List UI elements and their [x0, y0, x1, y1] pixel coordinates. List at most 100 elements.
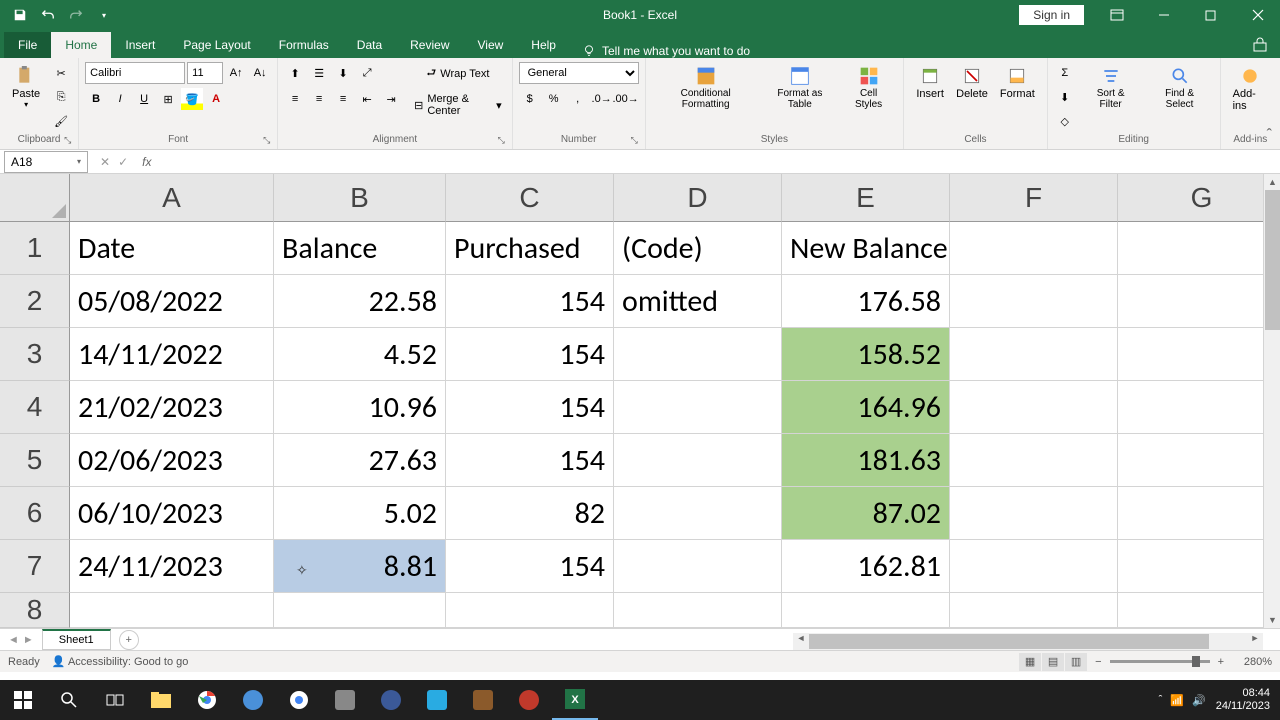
col-header-F[interactable]: F: [950, 174, 1118, 222]
cell-C3[interactable]: 154: [446, 328, 614, 381]
font-launcher[interactable]: ⤡: [263, 135, 275, 147]
number-launcher[interactable]: ⤡: [631, 135, 643, 147]
fill-color-icon[interactable]: 🪣: [181, 88, 203, 110]
cell-styles-button[interactable]: Cell Styles: [840, 62, 897, 114]
cell-D1[interactable]: (Code): [614, 222, 782, 275]
search-icon[interactable]: [46, 680, 92, 720]
cell-D6[interactable]: [614, 487, 782, 540]
align-middle-icon[interactable]: ☰: [308, 62, 330, 84]
cut-icon[interactable]: ✂: [50, 62, 72, 84]
share-icon[interactable]: [1252, 37, 1268, 58]
decrease-indent-icon[interactable]: ⇤: [356, 88, 378, 110]
tab-formulas[interactable]: Formulas: [265, 32, 343, 58]
minimize-icon[interactable]: [1141, 0, 1186, 30]
cell-C4[interactable]: 154: [446, 381, 614, 434]
save-icon[interactable]: [8, 3, 32, 27]
redo-icon[interactable]: [64, 3, 88, 27]
cell-A4[interactable]: 21/02/2023: [70, 381, 274, 434]
collapse-ribbon-icon[interactable]: ˆ: [1267, 127, 1272, 145]
tray-chevron-icon[interactable]: ˆ: [1159, 694, 1163, 706]
cell-B7[interactable]: 8.81: [274, 540, 446, 593]
cell-G8[interactable]: [1118, 593, 1280, 628]
cell-C8[interactable]: [446, 593, 614, 628]
page-break-view-icon[interactable]: ▥: [1065, 653, 1087, 671]
cell-F2[interactable]: [950, 275, 1118, 328]
cell-E2[interactable]: 176.58: [782, 275, 950, 328]
cell-A5[interactable]: 02/06/2023: [70, 434, 274, 487]
scroll-down-icon[interactable]: ▼: [1264, 612, 1280, 628]
tab-help[interactable]: Help: [517, 32, 570, 58]
cell-B5[interactable]: 27.63: [274, 434, 446, 487]
row-header-3[interactable]: 3: [0, 328, 70, 381]
row-header-4[interactable]: 4: [0, 381, 70, 434]
cell-C5[interactable]: 154: [446, 434, 614, 487]
row-header-7[interactable]: 7: [0, 540, 70, 593]
decrease-decimal-icon[interactable]: .00→: [615, 88, 637, 110]
row-header-6[interactable]: 6: [0, 487, 70, 540]
align-left-icon[interactable]: ≡: [284, 88, 306, 110]
cell-E4[interactable]: 164.96: [782, 381, 950, 434]
cell-E5[interactable]: 181.63: [782, 434, 950, 487]
tab-data[interactable]: Data: [343, 32, 396, 58]
task-view-icon[interactable]: [92, 680, 138, 720]
increase-decimal-icon[interactable]: .0→: [591, 88, 613, 110]
align-bottom-icon[interactable]: ⬇: [332, 62, 354, 84]
maximize-icon[interactable]: [1188, 0, 1233, 30]
cell-E3[interactable]: 158.52: [782, 328, 950, 381]
tab-file[interactable]: File: [4, 32, 51, 58]
cell-D8[interactable]: [614, 593, 782, 628]
wrap-text-button[interactable]: ⮐ Wrap Text: [410, 62, 505, 85]
zoom-in-icon[interactable]: +: [1218, 656, 1224, 668]
cell-A6[interactable]: 06/10/2023: [70, 487, 274, 540]
cell-A2[interactable]: 05/08/2022: [70, 275, 274, 328]
cell-C1[interactable]: Purchased: [446, 222, 614, 275]
merge-center-button[interactable]: ⊟ Merge & Center ▾: [410, 91, 505, 119]
col-header-A[interactable]: A: [70, 174, 274, 222]
cell-D4[interactable]: [614, 381, 782, 434]
zoom-out-icon[interactable]: −: [1095, 656, 1101, 668]
sheet-next-icon[interactable]: ►: [23, 634, 34, 646]
cell-F8[interactable]: [950, 593, 1118, 628]
excel-taskbar-icon[interactable]: X: [552, 680, 598, 720]
taskbar-app-5[interactable]: [414, 680, 460, 720]
start-button[interactable]: [0, 680, 46, 720]
tray-volume-icon[interactable]: 🔊: [1192, 694, 1206, 707]
cell-A3[interactable]: 14/11/2022: [70, 328, 274, 381]
cell-G7[interactable]: [1118, 540, 1280, 593]
row-header-1[interactable]: 1: [0, 222, 70, 275]
font-size-input[interactable]: [187, 62, 223, 84]
tab-page-layout[interactable]: Page Layout: [169, 32, 264, 58]
increase-font-icon[interactable]: A↑: [225, 62, 247, 84]
currency-icon[interactable]: $: [519, 88, 541, 110]
cell-A8[interactable]: [70, 593, 274, 628]
tab-insert[interactable]: Insert: [111, 32, 169, 58]
page-layout-view-icon[interactable]: ▤: [1042, 653, 1064, 671]
taskbar-app-7[interactable]: [506, 680, 552, 720]
cell-B6[interactable]: 5.02: [274, 487, 446, 540]
hscroll-thumb[interactable]: [809, 634, 1209, 649]
scroll-right-icon[interactable]: ►: [1247, 633, 1263, 650]
taskbar-app-1[interactable]: [230, 680, 276, 720]
fill-icon[interactable]: ⬇: [1054, 86, 1076, 108]
paste-button[interactable]: Paste▾: [6, 62, 46, 132]
cell-F5[interactable]: [950, 434, 1118, 487]
cell-E6[interactable]: 87.02: [782, 487, 950, 540]
increase-indent-icon[interactable]: ⇥: [380, 88, 402, 110]
add-sheet-button[interactable]: +: [119, 630, 139, 650]
col-header-D[interactable]: D: [614, 174, 782, 222]
cell-F1[interactable]: [950, 222, 1118, 275]
cell-A7[interactable]: 24/11/2023: [70, 540, 274, 593]
tell-me-search[interactable]: Tell me what you want to do: [582, 44, 750, 58]
taskbar-clock[interactable]: 08:44 24/11/2023: [1216, 687, 1270, 713]
insert-cells-button[interactable]: Insert: [910, 62, 950, 104]
format-cells-button[interactable]: Format: [994, 62, 1041, 104]
horizontal-scrollbar[interactable]: ◄ ►: [793, 633, 1263, 650]
font-color-icon[interactable]: A: [205, 88, 227, 110]
cell-C2[interactable]: 154: [446, 275, 614, 328]
cell-E8[interactable]: [782, 593, 950, 628]
tray-network-icon[interactable]: 📶: [1170, 694, 1184, 707]
clipboard-launcher[interactable]: ⤡: [64, 135, 76, 147]
vertical-scrollbar[interactable]: ▲ ▼: [1263, 174, 1280, 628]
format-table-button[interactable]: Format as Table: [760, 62, 840, 114]
formula-input[interactable]: [157, 150, 1280, 173]
